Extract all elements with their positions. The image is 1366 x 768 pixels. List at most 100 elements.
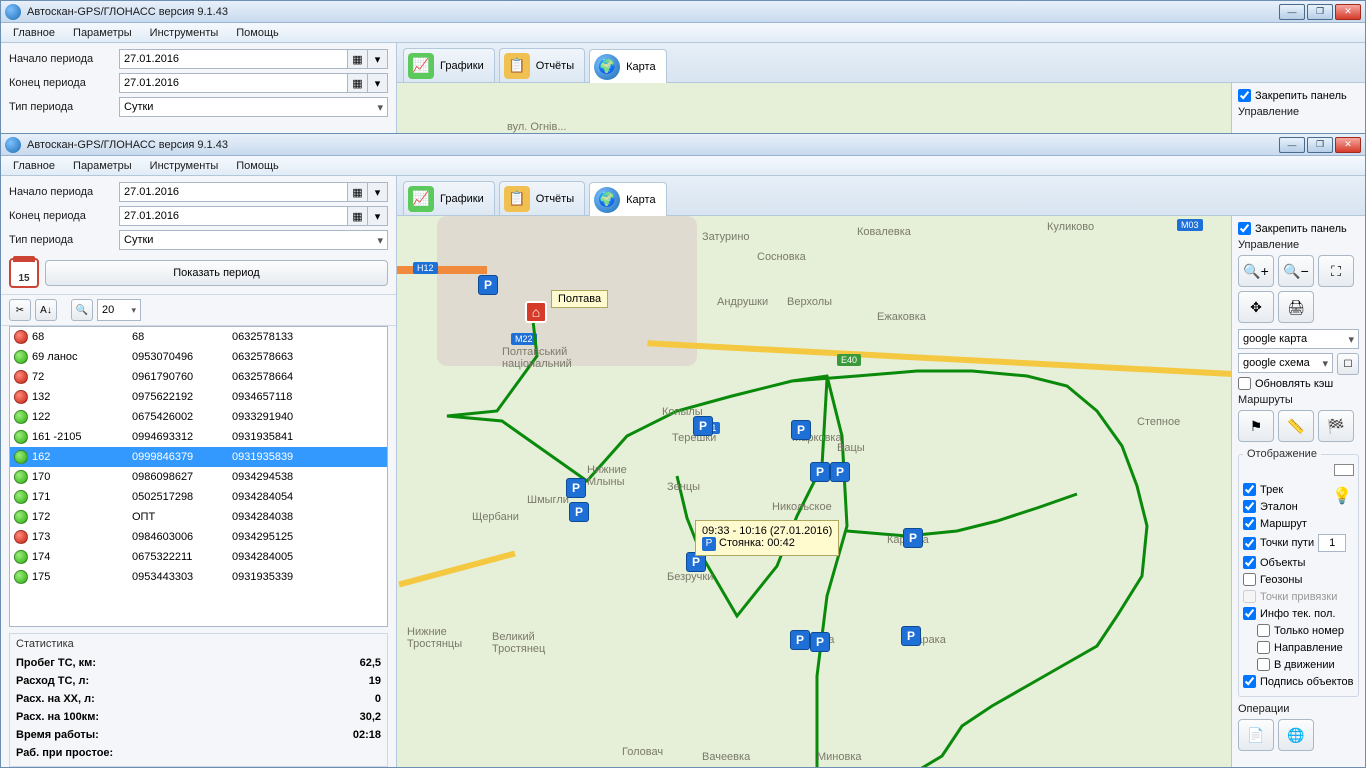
tool-sort-icon[interactable]: A↓ <box>35 299 57 321</box>
minimize-button[interactable]: — <box>1279 137 1305 153</box>
zoom-out-icon[interactable]: 🔍− <box>1278 255 1314 287</box>
list-item[interactable]: 171 0502517298 0934284054 <box>10 487 387 507</box>
info-cur-check[interactable] <box>1243 607 1256 620</box>
object-list[interactable]: 68 68 0632578133 69 ланос 0953070496 063… <box>9 326 388 627</box>
map-scheme-select[interactable]: google схема <box>1238 353 1333 373</box>
calendar-icon[interactable]: ▦ <box>348 73 368 93</box>
show-period-button[interactable]: Показать период <box>45 260 388 286</box>
track-check[interactable] <box>1243 483 1256 496</box>
route-measure-icon[interactable]: 📏 <box>1278 410 1314 442</box>
pin-panel-check[interactable] <box>1238 89 1251 102</box>
minimize-button[interactable]: — <box>1279 4 1305 20</box>
parking-marker[interactable]: P <box>790 630 810 650</box>
op-kml-icon[interactable]: 🌐 <box>1278 719 1314 751</box>
chevron-down-icon[interactable]: ▾ <box>368 182 388 202</box>
list-item[interactable]: 162 0999846379 0931935839 <box>10 447 387 467</box>
tool-search-icon[interactable]: 🔍 <box>71 299 93 321</box>
fit-icon[interactable]: ✥ <box>1238 291 1274 323</box>
place-label: Верхолы <box>787 296 832 308</box>
start-label: Начало периода <box>9 53 119 65</box>
pin-panel-check[interactable] <box>1238 222 1251 235</box>
tab-charts[interactable]: Графики <box>403 48 495 82</box>
parking-marker[interactable]: P <box>478 275 498 295</box>
parking-marker[interactable]: P <box>810 462 830 482</box>
tab-charts[interactable]: Графики <box>403 181 495 215</box>
side-tools: Закрепить панель Управление 🔍+ 🔍− ⛶ ✥ 🖨 … <box>1231 216 1365 767</box>
route-check[interactable] <box>1243 517 1256 530</box>
chevron-down-icon[interactable]: ▾ <box>368 73 388 93</box>
only-num-check[interactable] <box>1257 624 1270 637</box>
maximize-button[interactable]: ❐ <box>1307 137 1333 153</box>
start-date-input[interactable] <box>119 182 348 202</box>
list-item[interactable]: 72 0961790760 0632578664 <box>10 367 387 387</box>
parking-marker[interactable]: P <box>693 416 713 436</box>
map-canvas[interactable]: H12 M22 E40 P11 M03 Затурино Ковалевка С… <box>397 216 1365 767</box>
route-flag2-icon[interactable]: 🏁 <box>1318 410 1354 442</box>
close-button[interactable]: ✕ <box>1335 4 1361 20</box>
tab-reports[interactable]: Отчёты <box>499 181 585 215</box>
menu-main[interactable]: Главное <box>5 25 63 41</box>
obj-labels-check[interactable] <box>1243 675 1256 688</box>
place-label: Никольское <box>772 501 832 513</box>
list-item[interactable]: 68 68 0632578133 <box>10 327 387 347</box>
list-item[interactable]: 172 ОПТ 0934284038 <box>10 507 387 527</box>
list-item[interactable]: 132 0975622192 0934657118 <box>10 387 387 407</box>
parking-marker[interactable]: P <box>791 420 811 440</box>
menu-tools[interactable]: Инструменты <box>142 25 227 41</box>
tab-map[interactable]: Карта <box>589 182 666 216</box>
update-cache-check[interactable] <box>1238 377 1251 390</box>
tool-config-icon[interactable]: ✂ <box>9 299 31 321</box>
op-export-icon[interactable]: 📄 <box>1238 719 1274 751</box>
end-date-input[interactable] <box>119 206 348 226</box>
period-type-select[interactable]: Сутки <box>119 230 388 250</box>
chevron-down-icon[interactable]: ▾ <box>368 49 388 69</box>
menu-main[interactable]: Главное <box>5 158 63 174</box>
parking-marker[interactable]: P <box>901 626 921 646</box>
calendar-icon[interactable]: ▦ <box>348 182 368 202</box>
calendar-icon[interactable]: ▦ <box>348 206 368 226</box>
start-date-input[interactable] <box>119 49 348 69</box>
legend-swatch[interactable] <box>1334 464 1354 476</box>
list-item[interactable]: 174 0675322211 0934284005 <box>10 547 387 567</box>
menu-help[interactable]: Помощь <box>228 25 287 41</box>
waypoints-check[interactable] <box>1243 537 1256 550</box>
end-date-input[interactable] <box>119 73 348 93</box>
map-type-select[interactable]: google карта <box>1238 329 1359 349</box>
parking-marker[interactable]: P <box>903 528 923 548</box>
maximize-button[interactable]: ❐ <box>1307 4 1333 20</box>
list-item[interactable]: 173 0984603006 0934295125 <box>10 527 387 547</box>
list-item[interactable]: 122 0675426002 0933291940 <box>10 407 387 427</box>
list-item[interactable]: 69 ланос 0953070496 0632578663 <box>10 347 387 367</box>
period-type-select[interactable]: Сутки <box>119 97 388 117</box>
list-item[interactable]: 161 -2105 0994693312 0931935841 <box>10 427 387 447</box>
calendar-big-icon: 15 <box>9 258 39 288</box>
zoom-in-icon[interactable]: 🔍+ <box>1238 255 1274 287</box>
waypoints-num[interactable] <box>1318 534 1346 552</box>
parking-marker[interactable]: P <box>569 502 589 522</box>
etalon-check[interactable] <box>1243 500 1256 513</box>
home-marker[interactable] <box>525 301 547 323</box>
geozones-check[interactable] <box>1243 573 1256 586</box>
objects-check[interactable] <box>1243 556 1256 569</box>
zoom-select[interactable]: 20 <box>97 299 141 321</box>
direction-check[interactable] <box>1257 641 1270 654</box>
chevron-down-icon[interactable]: ▾ <box>368 206 388 226</box>
menu-params[interactable]: Параметры <box>65 158 140 174</box>
list-item[interactable]: 170 0986098627 0934294538 <box>10 467 387 487</box>
menu-tools[interactable]: Инструменты <box>142 158 227 174</box>
close-button[interactable]: ✕ <box>1335 137 1361 153</box>
fullscreen-icon[interactable]: ⛶ <box>1318 255 1354 287</box>
route-flag-icon[interactable]: ⚑ <box>1238 410 1274 442</box>
tab-map[interactable]: Карта <box>589 49 666 83</box>
scheme-extra-icon[interactable]: ☐ <box>1337 353 1359 375</box>
tab-reports[interactable]: Отчёты <box>499 48 585 82</box>
list-item[interactable]: 175 0953443303 0931935339 <box>10 567 387 587</box>
menu-help[interactable]: Помощь <box>228 158 287 174</box>
moving-check[interactable] <box>1257 658 1270 671</box>
print-icon[interactable]: 🖨 <box>1278 291 1314 323</box>
calendar-icon[interactable]: ▦ <box>348 49 368 69</box>
menu-params[interactable]: Параметры <box>65 25 140 41</box>
parking-marker[interactable]: P <box>810 632 830 652</box>
parking-marker[interactable]: P <box>830 462 850 482</box>
parking-marker[interactable]: P <box>566 478 586 498</box>
